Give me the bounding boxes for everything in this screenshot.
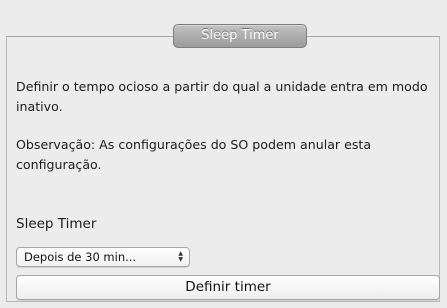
note-text: Observação: As configurações do SO podem…	[16, 137, 372, 172]
sleep-timer-panel: Sleep Timer Definir o tempo ocioso a par…	[0, 0, 447, 308]
sleep-timer-label: Sleep Timer	[16, 216, 97, 232]
title-rule-left	[6, 36, 173, 37]
set-timer-button[interactable]: Definir timer	[16, 275, 440, 300]
sleep-timer-select-value: Depois de 30 min...	[24, 250, 137, 264]
section-title: Sleep Timer	[173, 24, 307, 48]
sleep-timer-select[interactable]: Depois de 30 min... ▲ ▼	[16, 247, 190, 267]
title-rule-right	[307, 36, 440, 37]
description-text: Definir o tempo ocioso a partir do qual …	[16, 79, 428, 114]
up-down-arrows-icon: ▲ ▼	[178, 250, 183, 263]
